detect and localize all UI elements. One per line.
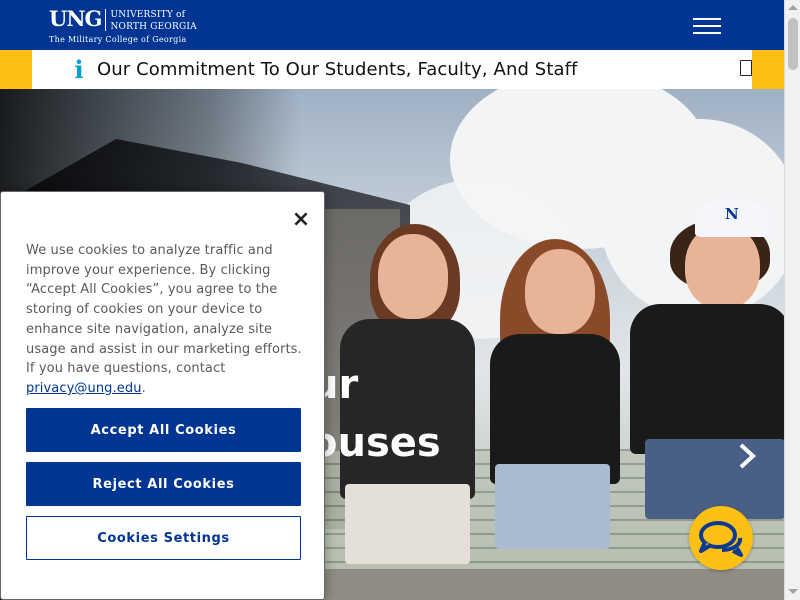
chat-bubbles-icon <box>699 521 743 557</box>
torso <box>340 319 475 499</box>
cookie-consent-dialog: × We use cookies to analyze traffic and … <box>0 191 325 600</box>
chat-button[interactable] <box>689 506 753 570</box>
alert-content[interactable]: i Our Commitment To Our Students, Facult… <box>32 50 752 89</box>
logo-divider <box>105 9 107 31</box>
head <box>378 234 448 319</box>
head <box>525 249 595 334</box>
ung-logo[interactable]: UNG UNIVERSITY of NORTH GEORGIA The Mili… <box>49 6 197 45</box>
logo-line-1: UNIVERSITY of <box>110 10 186 20</box>
chevron-right-icon[interactable] <box>734 441 760 471</box>
cookies-settings-button[interactable]: Cookies Settings <box>26 516 301 560</box>
menu-bar <box>693 18 721 20</box>
cookie-message: We use cookies to analyze traffic and im… <box>26 241 306 399</box>
shorts <box>345 484 470 564</box>
close-box-icon[interactable] <box>740 60 752 76</box>
hero-student-center <box>480 239 630 600</box>
menu-bar <box>693 25 721 27</box>
hero-title-line-2: ouses <box>310 420 441 466</box>
scroll-thumb[interactable] <box>788 18 798 70</box>
alert-text[interactable]: Our Commitment To Our Students, Faculty,… <box>97 59 578 80</box>
page-scrollbar[interactable] <box>784 0 800 600</box>
alert-banner: i Our Commitment To Our Students, Facult… <box>0 50 784 89</box>
torso <box>630 304 784 454</box>
cap-logo: N <box>725 205 739 223</box>
cookie-message-text: We use cookies to analyze traffic and im… <box>26 243 302 377</box>
torso <box>490 334 620 484</box>
logo-line-2: NORTH GEORGIA <box>110 22 197 32</box>
close-icon[interactable]: × <box>291 209 311 231</box>
scroll-up-icon[interactable] <box>788 5 798 10</box>
accept-all-cookies-button[interactable]: Accept All Cookies <box>26 408 301 452</box>
logo-tagline: The Military College of Georgia <box>49 35 187 44</box>
privacy-email-link[interactable]: privacy@ung.edu <box>26 381 142 396</box>
reject-all-cookies-button[interactable]: Reject All Cookies <box>26 462 301 506</box>
logo-mark: UNG <box>49 6 102 31</box>
menu-bar <box>693 32 721 34</box>
info-icon: i <box>74 55 84 84</box>
shorts <box>495 464 610 549</box>
hamburger-menu-icon[interactable] <box>693 17 721 35</box>
cookie-message-end: . <box>141 380 146 396</box>
site-header: UNG UNIVERSITY of NORTH GEORGIA The Mili… <box>0 0 784 50</box>
scroll-down-icon[interactable] <box>788 589 798 594</box>
logo-wordmark: UNIVERSITY of NORTH GEORGIA <box>110 8 196 32</box>
